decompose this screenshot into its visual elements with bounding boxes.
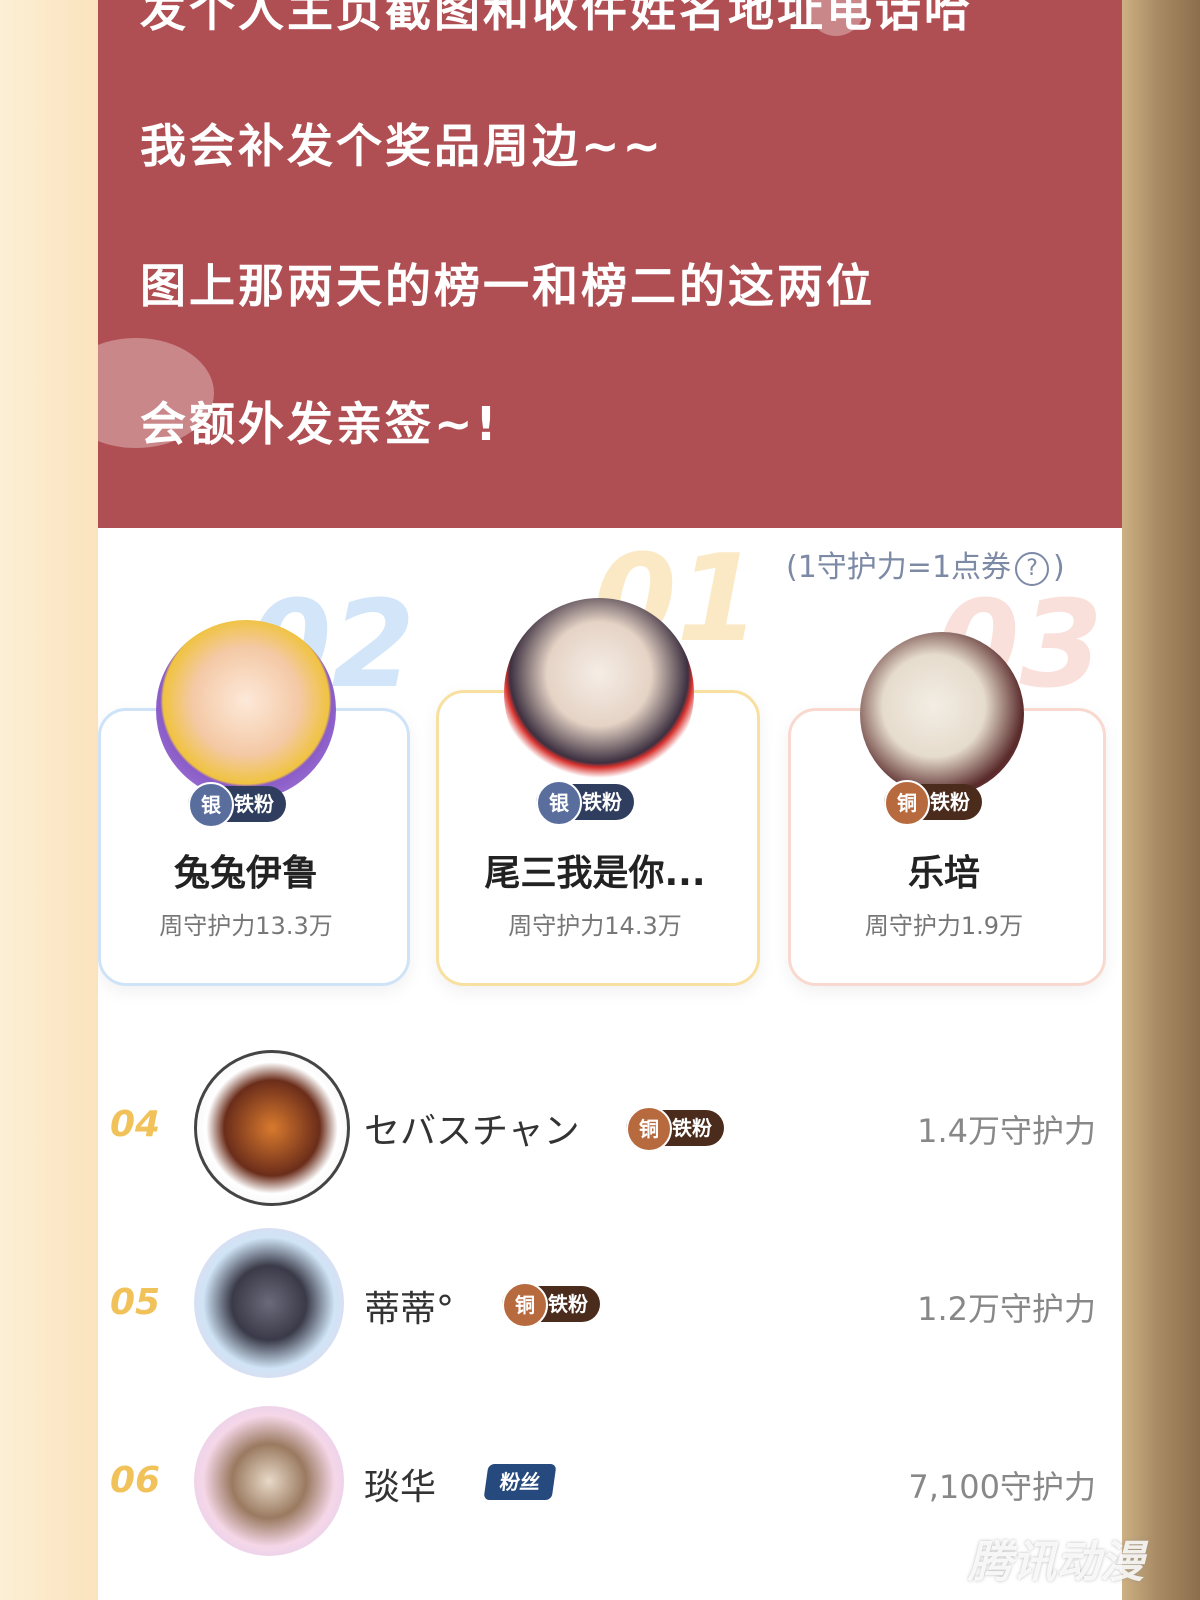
background-left xyxy=(0,0,98,1600)
avatar[interactable] xyxy=(504,598,694,788)
podium-name: 兔兔伊鲁 xyxy=(173,853,318,894)
list-rank: 05 xyxy=(110,1282,161,1323)
guardian-ranking: (1守护力=1点券?) 02 01 03 银铁粉 兔兔伊鲁 周守护力13.3万 … xyxy=(98,528,1122,1600)
podium-name: 尾三我是你... xyxy=(484,853,706,894)
avatar[interactable] xyxy=(194,1228,344,1378)
background-right xyxy=(1122,0,1200,1600)
fan-badge: 铜铁粉 xyxy=(626,1106,724,1152)
list-name: 琰华 xyxy=(364,1467,437,1508)
bronze-medal-icon: 铜 xyxy=(626,1106,672,1152)
list-rank: 06 xyxy=(110,1460,161,1501)
list-power: 7,100守护力 xyxy=(908,1468,1096,1506)
list-power: 1.4万守护力 xyxy=(917,1112,1096,1150)
watermark-logo: 腾讯动漫 xyxy=(968,1537,1144,1588)
podium-power: 周守护力13.3万 xyxy=(159,912,333,940)
bronze-medal-icon: 铜 xyxy=(884,780,930,826)
silver-medal-icon: 银 xyxy=(536,780,582,826)
avatar[interactable] xyxy=(194,1050,350,1206)
list-power: 1.2万守护力 xyxy=(917,1290,1096,1328)
podium-name: 乐培 xyxy=(907,853,980,894)
message-line: 会额外发亲签~! xyxy=(140,397,500,451)
message-panel: 发个人主页截图和收件姓名地址电话哈 我会补发个奖品周边~~ 图上那两天的榜一和榜… xyxy=(98,0,1122,528)
list-name: 蒂蒂° xyxy=(364,1289,455,1330)
message-line: 我会补发个奖品周边~~ xyxy=(140,119,665,173)
avatar[interactable] xyxy=(194,1406,344,1556)
list-rank: 04 xyxy=(110,1104,161,1145)
fan-badge: 铜铁粉 xyxy=(502,1282,600,1328)
avatar[interactable] xyxy=(860,632,1024,796)
message-line: 发个人主页截图和收件姓名地址电话哈 xyxy=(140,0,973,37)
fan-badge: 银铁粉 xyxy=(536,780,634,826)
avatar[interactable] xyxy=(156,620,336,800)
silver-medal-icon: 银 xyxy=(188,782,234,828)
podium-power: 周守护力1.9万 xyxy=(864,912,1024,940)
fan-badge: 粉丝 xyxy=(483,1464,557,1500)
list-name: セバスチャン xyxy=(364,1111,580,1152)
fan-badge: 银铁粉 xyxy=(188,782,286,828)
podium-power: 周守护力14.3万 xyxy=(508,912,682,940)
fan-badge: 铜铁粉 xyxy=(884,780,982,826)
bronze-medal-icon: 铜 xyxy=(502,1282,548,1328)
message-line: 图上那两天的榜一和榜二的这两位 xyxy=(140,259,875,313)
